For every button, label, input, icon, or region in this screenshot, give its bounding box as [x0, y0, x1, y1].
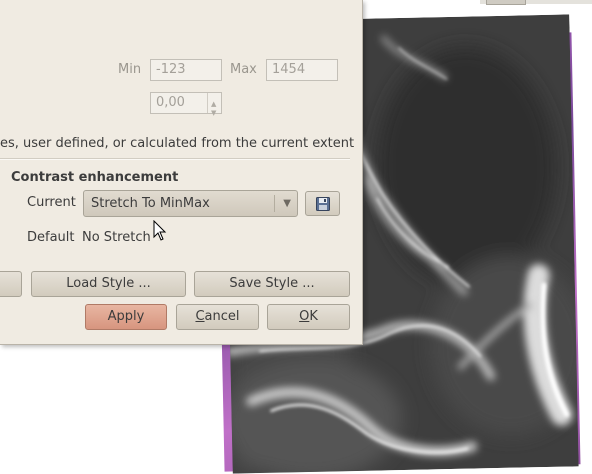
section-title: Contrast enhancement	[11, 170, 179, 185]
default-value: No Stretch	[82, 230, 151, 245]
std-dev-spinbox[interactable]: 0,00 ▲ ▼	[150, 92, 222, 117]
toolbar-button[interactable]	[486, 0, 526, 5]
max-input[interactable]: 1454	[266, 59, 338, 81]
min-input[interactable]: -123	[150, 59, 222, 81]
load-minmax-note: es, user defined, or calculated from the…	[0, 136, 355, 151]
separator	[0, 158, 350, 160]
cancel-label: ancel	[204, 309, 240, 324]
save-style-button[interactable]: Save Style ...	[194, 271, 350, 297]
ok-button[interactable]: OK	[267, 304, 350, 330]
current-value: Stretch To MinMax	[91, 196, 210, 211]
layer-properties-dialog: Min -123 Max 1454 0,00 ▲ ▼ es, user defi…	[0, 0, 363, 345]
floppy-disk-icon	[316, 197, 330, 211]
load-style-button[interactable]: Load Style ...	[31, 271, 186, 297]
spin-buttons[interactable]: ▲ ▼	[207, 93, 221, 117]
cancel-button[interactable]: Cancel	[176, 304, 259, 330]
mouse-pointer-icon	[153, 220, 167, 241]
min-label: Min	[118, 62, 142, 77]
apply-button[interactable]: Apply	[85, 304, 167, 330]
contrast-enhancement-select[interactable]: Stretch To MinMax ▼	[83, 190, 298, 217]
ok-mnemonic: O	[299, 309, 310, 324]
default-label: Default	[27, 230, 75, 245]
std-dev-value: 0,00	[156, 95, 185, 110]
ok-label: K	[309, 309, 318, 324]
save-default-button[interactable]	[305, 191, 340, 216]
combo-separator	[274, 195, 275, 212]
chevron-down-icon[interactable]: ▼	[283, 191, 291, 216]
restore-default-style-button[interactable]	[0, 271, 22, 297]
max-label: Max	[230, 62, 257, 77]
spin-down-icon[interactable]: ▼	[211, 103, 216, 123]
cancel-mnemonic: C	[195, 309, 205, 324]
current-label: Current	[27, 195, 76, 210]
